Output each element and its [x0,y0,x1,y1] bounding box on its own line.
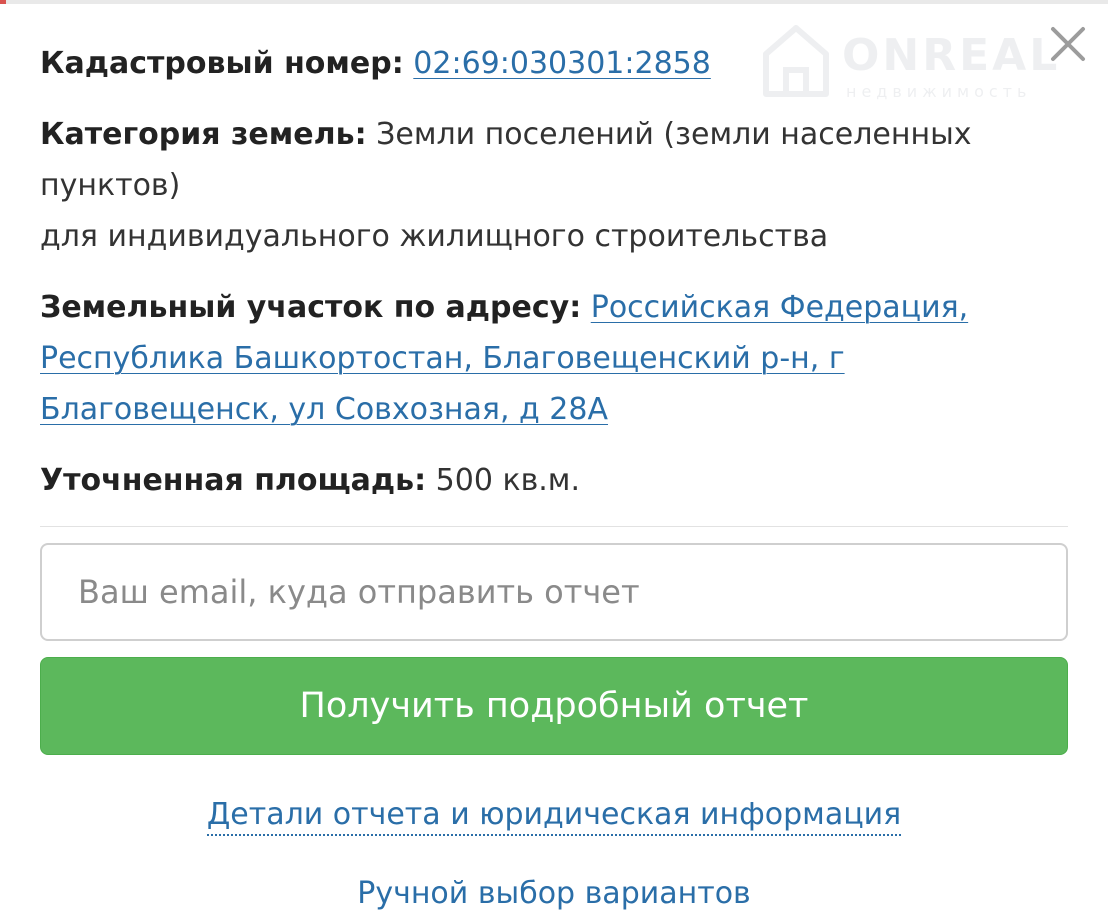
manual-link-row: Ручной выбор вариантов [40,876,1068,910]
details-link[interactable]: Детали отчета и юридическая информация [206,797,902,836]
cadastral-label: Кадастровый номер: [40,46,404,81]
address-label: Земельный участок по адресу: [40,290,582,325]
top-strip [0,0,1108,4]
address-row: Земельный участок по адресу: Российская … [40,282,1068,435]
area-row: Уточненная площадь: 500 кв.м. [40,455,1068,506]
area-label: Уточненная площадь: [40,463,427,498]
divider [40,526,1068,527]
status-dot [0,0,6,4]
permitted-use-value: для индивидуального жилищного строительс… [40,219,829,254]
area-value: 500 кв.м. [435,463,580,498]
cadastral-number-link[interactable]: 02:69:030301:2858 [413,46,711,81]
category-label: Категория земель: [40,117,367,152]
report-popup: ONREAL недвижимость Кадастровый номер: 0… [0,0,1108,910]
email-input[interactable] [40,543,1068,641]
get-report-button[interactable]: Получить подробный отчет [40,657,1068,755]
cadastral-row: Кадастровый номер: 02:69:030301:2858 [40,38,1068,89]
report-content: Кадастровый номер: 02:69:030301:2858 Кат… [40,38,1068,910]
details-link-row: Детали отчета и юридическая информация [40,797,1068,836]
manual-selection-link[interactable]: Ручной выбор вариантов [357,876,751,910]
category-row: Категория земель: Земли поселений (земли… [40,109,1068,262]
